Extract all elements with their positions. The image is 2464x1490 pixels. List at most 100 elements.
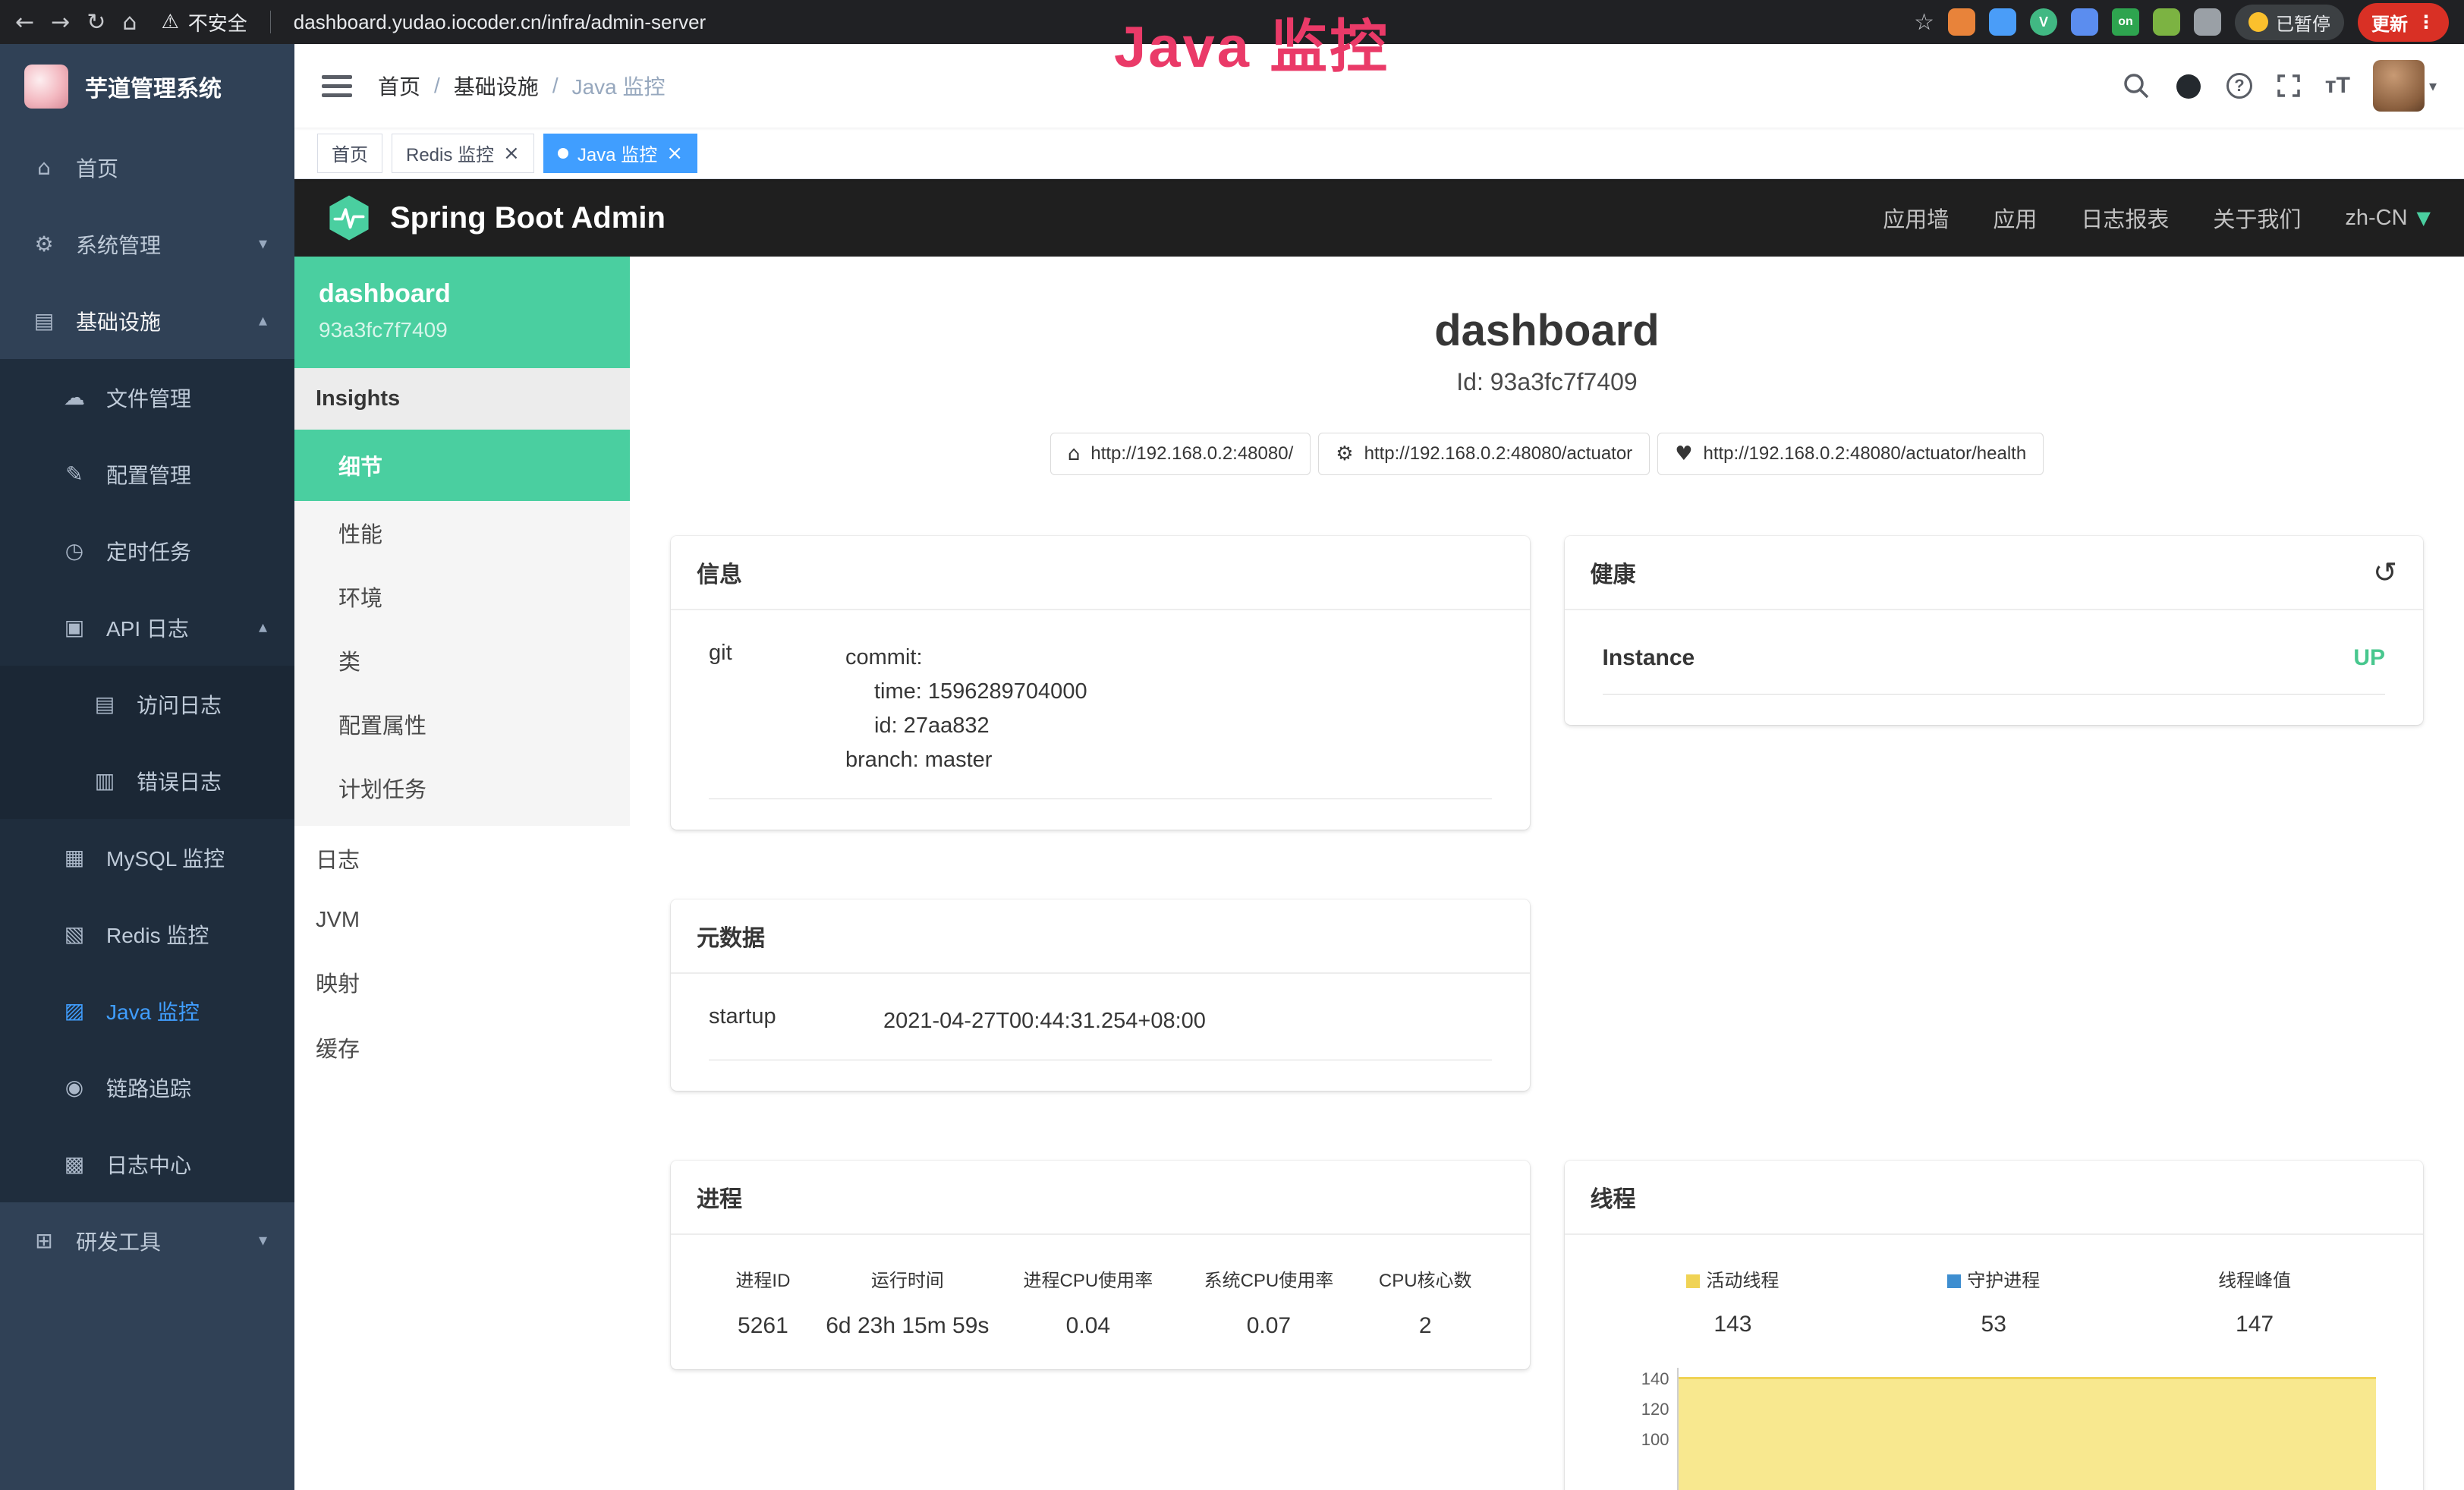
browser-reload-button[interactable]: ↻ — [87, 9, 105, 36]
breadcrumb: 首页 / 基础设施 / Java 监控 — [378, 71, 666, 101]
font-size-icon[interactable]: тT — [2325, 73, 2350, 99]
log-center-icon: ▩ — [61, 1151, 88, 1177]
sba-item-config-props[interactable]: 配置属性 — [294, 692, 630, 756]
sba-nav-wallboard[interactable]: 应用墙 — [1883, 202, 1949, 234]
sba-nav-applications[interactable]: 应用 — [1993, 202, 2037, 234]
sba-brand[interactable]: Spring Boot Admin — [328, 194, 666, 241]
home-icon: ⌂ — [1068, 443, 1081, 465]
close-icon[interactable]: × — [666, 143, 683, 163]
sidebar-item-home[interactable]: ⌂ 首页 — [0, 129, 294, 206]
sba-nav-about[interactable]: 关于我们 — [2213, 202, 2301, 234]
sidebar-item-label: Redis 监控 — [106, 919, 209, 950]
sba-section-insights: Insights — [294, 368, 630, 430]
git-commit-label: commit: — [845, 641, 1492, 675]
sba-item-jvm[interactable]: JVM — [294, 891, 630, 950]
top-navbar: 首页 / 基础设施 / Java 监控 ? тT — [294, 44, 2464, 128]
extension-icon-grid[interactable] — [2071, 8, 2098, 36]
bookmark-star-icon[interactable]: ☆ — [1914, 9, 1934, 36]
sidebar-item-java-monitor[interactable]: ▨ Java 监控 — [0, 972, 294, 1049]
sidebar-item-system-management[interactable]: ⚙ 系统管理 ▾ — [0, 206, 294, 282]
active-tab-dot — [558, 148, 568, 159]
sba-item-logs[interactable]: 日志 — [294, 826, 630, 891]
fullscreen-icon[interactable] — [2275, 72, 2302, 99]
sidebar-item-label: 系统管理 — [76, 229, 161, 260]
sidebar-item-error-logs[interactable]: ▥ 错误日志 — [0, 742, 294, 819]
browser-home-button[interactable]: ⌂ — [122, 9, 137, 36]
sidebar-item-mysql-monitor[interactable]: ▦ MySQL 监控 — [0, 819, 294, 896]
browser-back-button[interactable]: ← — [15, 9, 34, 36]
history-icon[interactable]: ↺ — [2373, 556, 2397, 589]
help-icon[interactable]: ? — [2226, 73, 2252, 99]
close-icon[interactable]: × — [503, 143, 520, 163]
sba-brand-title: Spring Boot Admin — [390, 201, 666, 235]
tab-label: Redis 监控 — [406, 140, 494, 166]
tab-redis-monitor[interactable]: Redis 监控 × — [392, 134, 534, 173]
breadcrumb-home[interactable]: 首页 — [378, 71, 420, 101]
caret-down-icon: ▾ — [2429, 77, 2437, 95]
sidebar-item-redis-monitor[interactable]: ▧ Redis 监控 — [0, 896, 294, 972]
peak-threads-value: 147 — [2124, 1312, 2385, 1337]
sba-locale-select[interactable]: zh-CN ▼ — [2345, 206, 2431, 231]
sidebar-item-label: 配置管理 — [106, 459, 191, 490]
sidebar-item-tracing[interactable]: ◉ 链路追踪 — [0, 1049, 294, 1126]
hamburger-icon[interactable] — [322, 75, 352, 97]
sba-item-classes[interactable]: 类 — [294, 628, 630, 692]
sidebar-item-dev-tools[interactable]: ⊞ 研发工具 ▾ — [0, 1202, 294, 1279]
instance-id-line: Id: 93a3fc7f7409 — [630, 368, 2464, 396]
col-process-cpu: 进程CPU使用率 — [998, 1265, 1179, 1292]
legend-label: 守护进程 — [1967, 1271, 2040, 1291]
sidebar-item-scheduled-jobs[interactable]: ◷ 定时任务 — [0, 512, 294, 589]
git-info-row: git commit: time: 1596289704000 id: 27aa… — [709, 641, 1492, 799]
locale-label: zh-CN — [2345, 206, 2407, 231]
col-system-cpu: 系统CPU使用率 — [1179, 1265, 1359, 1292]
extension-icon-blue[interactable] — [1989, 8, 2016, 36]
url-security-chip[interactable]: ⚠ 不安全 — [161, 8, 247, 36]
browser-menu-dots-icon[interactable]: ⋮ — [2417, 11, 2435, 33]
actuator-url-button[interactable]: ⚙ http://192.168.0.2:48080/actuator — [1318, 433, 1650, 475]
sba-item-mappings[interactable]: 映射 — [294, 950, 630, 1015]
github-icon[interactable] — [2173, 71, 2204, 101]
cloud-icon: ☁ — [61, 385, 88, 410]
threads-chart: 140 120 100 — [1603, 1368, 2386, 1490]
live-threads-value: 143 — [1603, 1312, 1864, 1337]
extension-icon-green[interactable] — [2153, 8, 2180, 36]
sidebar-item-api-logs[interactable]: ▣ API 日志 ▴ — [0, 589, 294, 666]
sba-item-metrics[interactable]: 性能 — [294, 501, 630, 565]
address-bar[interactable]: dashboard.yudao.iocoder.cn/infra/admin-s… — [294, 11, 706, 34]
browser-update-button[interactable]: 更新 ⋮ — [2358, 3, 2449, 42]
tab-home[interactable]: 首页 — [317, 134, 382, 173]
health-url-button[interactable]: ♥ http://192.168.0.2:48080/actuator/heal… — [1657, 433, 2044, 475]
sba-item-caches[interactable]: 缓存 — [294, 1015, 630, 1080]
profile-paused-badge[interactable]: 已暂停 — [2235, 5, 2344, 40]
tab-java-monitor[interactable]: Java 监控 × — [543, 134, 697, 173]
service-url-button[interactable]: ⌂ http://192.168.0.2:48080/ — [1050, 433, 1311, 475]
switch-on-extension-icon[interactable]: on — [2112, 8, 2139, 36]
sba-nav-journal[interactable]: 日志报表 — [2081, 202, 2169, 234]
search-icon[interactable] — [2122, 71, 2151, 100]
wrench-icon: ⚙ — [1336, 443, 1353, 465]
sba-item-details[interactable]: 细节 — [294, 430, 630, 501]
sba-sidebar: dashboard 93a3fc7f7409 Insights 细节 性能 环境… — [294, 257, 630, 1490]
sidebar-item-label: 访问日志 — [137, 689, 222, 720]
extension-icon-orange[interactable] — [1948, 8, 1975, 36]
extensions-puzzle-icon[interactable] — [2194, 8, 2221, 36]
error-log-icon: ▥ — [91, 768, 118, 793]
app-logo-row[interactable]: 芋道管理系统 — [0, 44, 294, 129]
sba-insights-group: 细节 性能 环境 类 配置属性 计划任务 — [294, 430, 630, 826]
instance-id: 93a3fc7f7409 — [319, 318, 606, 342]
browser-forward-button[interactable]: → — [51, 9, 70, 36]
live-threads-area-series — [1679, 1377, 2377, 1490]
security-label: 不安全 — [188, 8, 247, 36]
sidebar-item-access-logs[interactable]: ▤ 访问日志 — [0, 666, 294, 742]
sba-item-scheduled-tasks[interactable]: 计划任务 — [294, 756, 630, 820]
sidebar-item-file-management[interactable]: ☁ 文件管理 — [0, 359, 294, 436]
breadcrumb-infrastructure[interactable]: 基础设施 — [454, 71, 539, 101]
sidebar-item-config-management[interactable]: ✎ 配置管理 — [0, 436, 294, 512]
sidebar-item-log-center[interactable]: ▩ 日志中心 — [0, 1126, 294, 1202]
vue-devtools-icon[interactable]: V — [2030, 8, 2057, 36]
sidebar-item-label: 基础设施 — [76, 306, 161, 336]
sba-item-environment[interactable]: 环境 — [294, 565, 630, 628]
chevron-up-icon: ▴ — [259, 311, 267, 330]
sidebar-item-infrastructure[interactable]: ▤ 基础设施 ▴ — [0, 282, 294, 359]
user-avatar[interactable]: ▾ — [2373, 60, 2437, 112]
